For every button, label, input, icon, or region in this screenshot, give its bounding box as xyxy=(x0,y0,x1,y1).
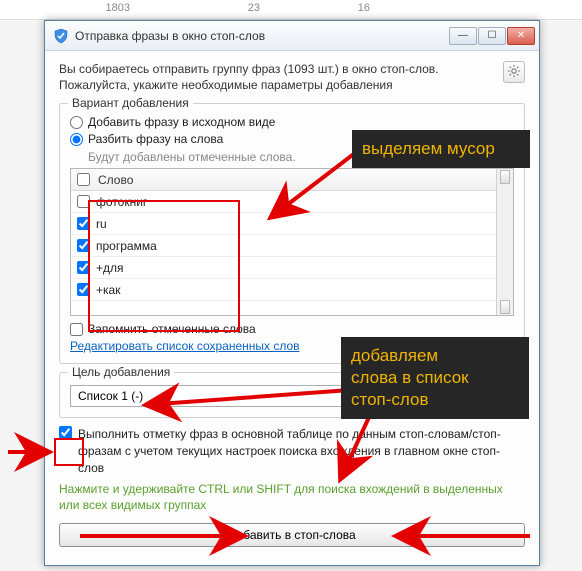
remember-row[interactable]: Запомнить отмеченные слова xyxy=(70,322,514,336)
mark-checkbox[interactable] xyxy=(59,426,72,439)
destination-select[interactable]: Список 1 (-) xyxy=(70,385,514,407)
word-list: Слово фотокниг ru программа +для +как xyxy=(70,168,514,316)
intro-text: Вы собираетесь отправить группу фраз (10… xyxy=(59,61,495,93)
settings-button[interactable] xyxy=(503,61,525,83)
radio-label: Разбить фразу на слова xyxy=(88,132,223,146)
variant-legend: Вариант добавления xyxy=(68,96,193,110)
minimize-button[interactable]: — xyxy=(449,27,477,45)
word-checkbox[interactable] xyxy=(77,283,90,296)
word-text: программа xyxy=(96,239,157,253)
destination-group: Цель добавления Список 1 (-) xyxy=(59,372,525,418)
word-checkbox[interactable] xyxy=(77,217,90,230)
split-hint: Будут добавлены отмеченные слова. xyxy=(88,150,514,164)
variant-group: Вариант добавления Добавить фразу в исхо… xyxy=(59,103,525,364)
dialog-content: Вы собираетесь отправить группу фраз (10… xyxy=(45,51,539,565)
remember-checkbox[interactable] xyxy=(70,323,83,336)
word-text: фотокниг xyxy=(96,195,147,209)
window-buttons: — ☐ ✕ xyxy=(449,27,535,45)
maximize-button[interactable]: ☐ xyxy=(478,27,506,45)
word-row[interactable]: фотокниг xyxy=(71,191,496,213)
radio-original[interactable]: Добавить фразу в исходном виде xyxy=(70,115,514,129)
radio-label: Добавить фразу в исходном виде xyxy=(88,115,275,129)
edit-saved-link[interactable]: Редактировать список сохраненных слов xyxy=(70,339,300,353)
bg-cell: 1803 xyxy=(0,2,140,17)
word-row[interactable]: +для xyxy=(71,257,496,279)
remember-label: Запомнить отмеченные слова xyxy=(88,322,256,336)
mark-block: Выполнить отметку фраз в основной таблиц… xyxy=(59,426,525,513)
mark-checkbox-row[interactable]: Выполнить отметку фраз в основной таблиц… xyxy=(59,426,525,476)
destination-legend: Цель добавления xyxy=(68,365,174,379)
word-checkbox[interactable] xyxy=(77,239,90,252)
word-col-header: Слово xyxy=(96,173,133,187)
close-button[interactable]: ✕ xyxy=(507,27,535,45)
radio-split-input[interactable] xyxy=(70,133,83,146)
word-checkbox[interactable] xyxy=(77,261,90,274)
window-title: Отправка фразы в окно стоп-слов xyxy=(75,29,449,43)
add-to-stopwords-button[interactable]: Добавить в стоп-слова xyxy=(59,523,525,547)
bg-cell: 16 xyxy=(270,2,380,17)
radio-original-input[interactable] xyxy=(70,116,83,129)
word-row[interactable]: +как xyxy=(71,279,496,301)
ctrl-shift-tip: Нажмите и удерживайте CTRL или SHIFT для… xyxy=(59,481,525,513)
word-list-header: Слово xyxy=(71,169,496,191)
mark-label: Выполнить отметку фраз в основной таблиц… xyxy=(78,426,525,476)
word-row[interactable]: программа xyxy=(71,235,496,257)
scrollbar[interactable] xyxy=(496,169,513,315)
word-text: +как xyxy=(96,283,120,297)
word-row[interactable]: ru xyxy=(71,213,496,235)
gear-icon xyxy=(507,64,521,81)
word-check-all[interactable] xyxy=(77,173,90,186)
background-row: 1803 23 16 xyxy=(0,0,582,20)
titlebar: Отправка фразы в окно стоп-слов — ☐ ✕ xyxy=(45,21,539,51)
word-text: +для xyxy=(96,261,124,275)
shield-icon xyxy=(53,28,69,44)
bg-cell: 23 xyxy=(140,2,270,17)
radio-split[interactable]: Разбить фразу на слова xyxy=(70,132,514,146)
word-text: ru xyxy=(96,217,107,231)
word-checkbox[interactable] xyxy=(77,195,90,208)
stopwords-dialog: Отправка фразы в окно стоп-слов — ☐ ✕ Вы… xyxy=(44,20,540,566)
